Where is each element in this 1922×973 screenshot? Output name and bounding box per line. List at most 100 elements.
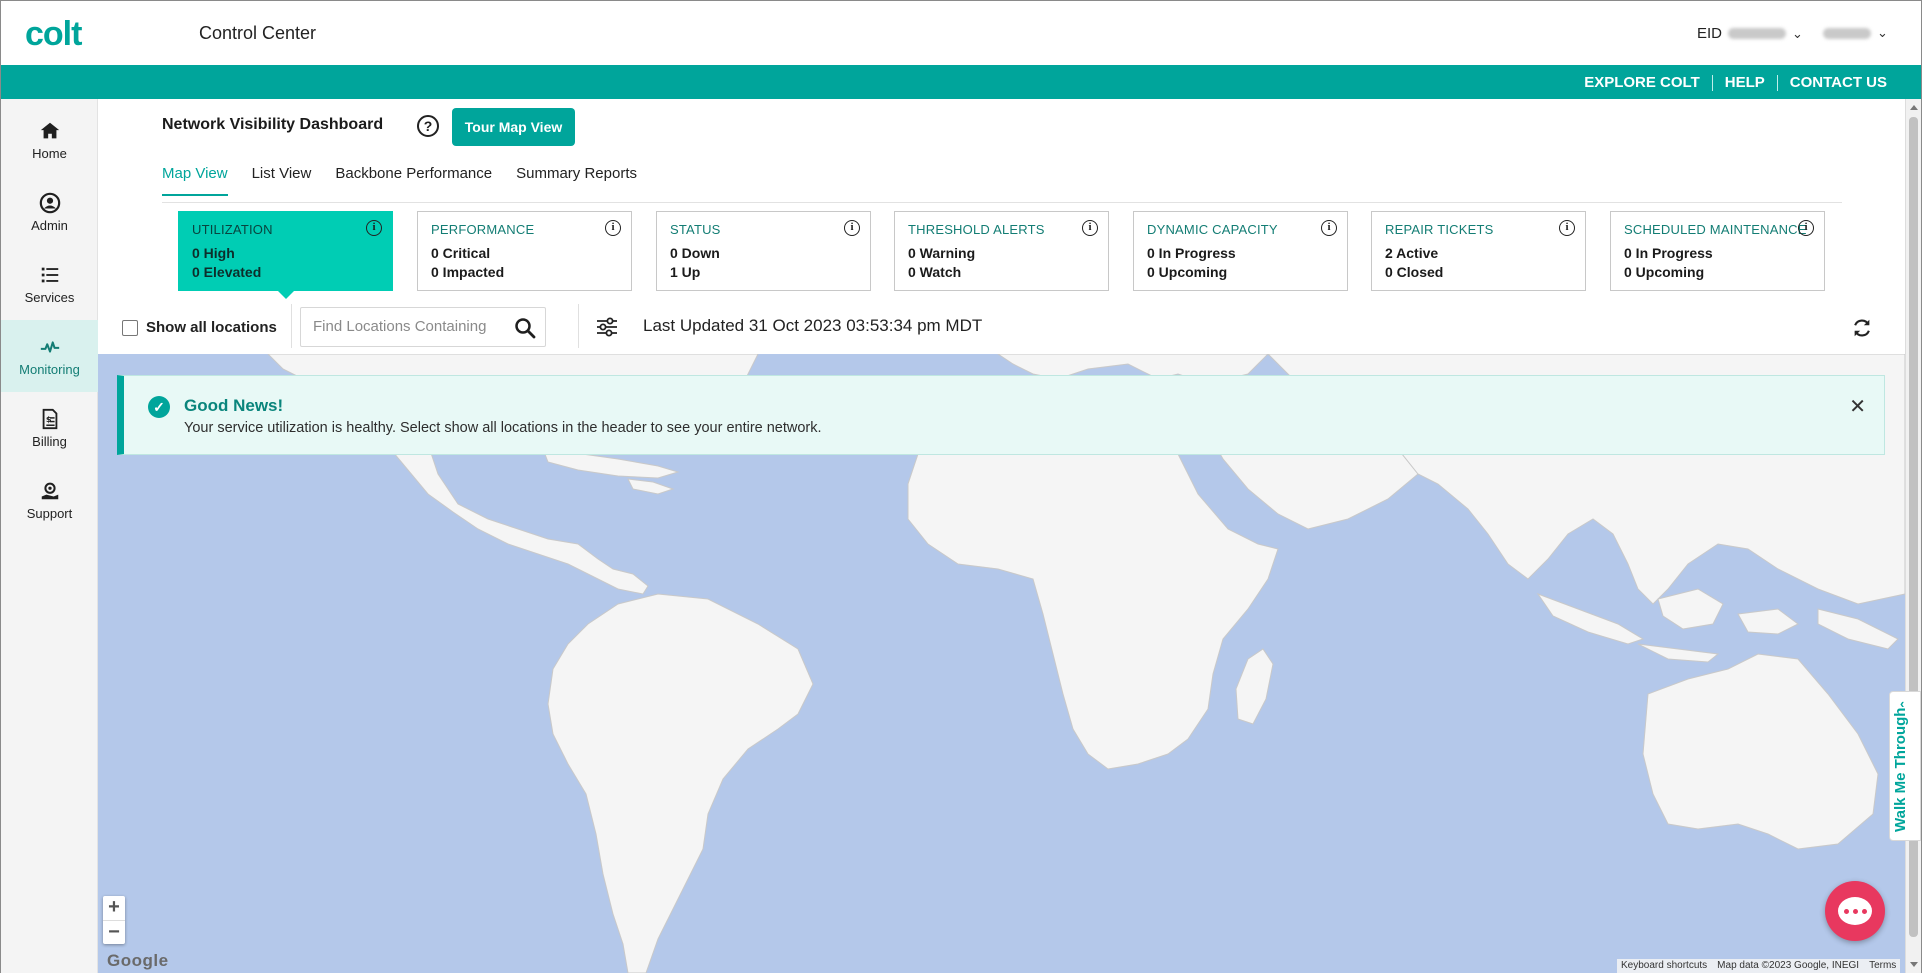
invoice-icon: $ — [42, 408, 57, 429]
card-line: 2 Active — [1385, 245, 1439, 261]
divider — [162, 202, 1842, 203]
card-title: REPAIR TICKETS — [1385, 222, 1494, 237]
secondary-nav-bar: EXPLORE COLT HELP CONTACT US — [1, 65, 1921, 99]
alert-title: Good News! — [184, 396, 284, 415]
info-icon[interactable]: i — [605, 220, 621, 236]
contact-us-link[interactable]: CONTACT US — [1778, 74, 1899, 91]
card-title: PERFORMANCE — [431, 222, 535, 237]
sidebar-item-label: Home — [32, 145, 67, 161]
terms-link[interactable]: Terms — [1869, 960, 1896, 972]
alert-message: Your service utilization is healthy. Sel… — [184, 420, 822, 436]
page-scrollbar[interactable] — [1905, 99, 1921, 973]
eid-selector[interactable]: EID ⌄ — [1697, 25, 1803, 42]
info-icon[interactable]: i — [1082, 220, 1098, 236]
top-header: colt Control Center EID ⌄ ⌄ — [1, 1, 1921, 65]
username-redacted — [1823, 27, 1871, 39]
filter-settings-icon[interactable] — [594, 314, 620, 340]
view-tabs: Map View List View Backbone Performance … — [162, 165, 661, 196]
search-icon[interactable] — [513, 316, 537, 340]
sidebar-item-label: Support — [26, 505, 73, 521]
chat-button[interactable] — [1825, 881, 1885, 941]
card-title: STATUS — [670, 222, 721, 237]
check-circle-icon: ✓ — [148, 396, 170, 418]
zoom-in-button[interactable]: + — [103, 896, 125, 920]
sidebar-item-monitoring[interactable]: Monitoring — [1, 320, 98, 392]
card-line: 0 Impacted — [431, 264, 505, 280]
card-threshold-alerts[interactable]: THRESHOLD ALERTS 0 Warning 0 Watch i — [894, 211, 1109, 291]
pulse-icon — [40, 340, 59, 353]
card-line: 0 In Progress — [1624, 245, 1713, 261]
card-line: 0 Closed — [1385, 264, 1444, 280]
zoom-out-button[interactable]: − — [103, 921, 125, 945]
card-line: 0 Critical — [431, 245, 491, 261]
refresh-icon[interactable] — [1851, 317, 1873, 339]
colt-logo[interactable]: colt — [25, 15, 82, 54]
sidebar-item-label: Services — [24, 289, 75, 305]
close-icon[interactable]: ✕ — [1849, 394, 1866, 419]
keyboard-shortcuts-link[interactable]: Keyboard shortcuts — [1621, 960, 1707, 972]
sidebar-item-admin[interactable]: Admin — [1, 176, 98, 248]
home-icon — [40, 122, 59, 138]
card-scheduled-maintenance[interactable]: SCHEDULED MAINTENANCE 0 In Progress 0 Up… — [1610, 211, 1825, 291]
help-icon[interactable]: ? — [417, 115, 439, 137]
card-performance[interactable]: PERFORMANCE 0 Critical 0 Impacted i — [417, 211, 632, 291]
map-zoom-control: + − — [103, 896, 125, 944]
card-dynamic-capacity[interactable]: DYNAMIC CAPACITY 0 In Progress 0 Upcomin… — [1133, 211, 1348, 291]
tab-list-view[interactable]: List View — [252, 165, 312, 196]
tab-backbone-performance[interactable]: Backbone Performance — [335, 165, 492, 196]
info-icon[interactable]: i — [844, 220, 860, 236]
walk-me-through-label: Walk Me Through — [1892, 707, 1909, 832]
show-all-locations-checkbox[interactable] — [122, 319, 138, 336]
card-line: 0 In Progress — [1147, 245, 1236, 261]
card-status[interactable]: STATUS 0 Down 1 Up i — [656, 211, 871, 291]
sidebar-item-label: Billing — [32, 433, 67, 449]
card-line: 0 Warning — [908, 245, 976, 261]
info-icon[interactable]: i — [366, 220, 382, 236]
user-icon — [39, 192, 60, 213]
chevron-down-icon: ⌄ — [1792, 25, 1803, 41]
eid-label: EID — [1697, 25, 1723, 42]
good-news-alert: ✓ Good News! Your service utilization is… — [117, 375, 1885, 455]
explore-colt-link[interactable]: EXPLORE COLT — [1572, 74, 1712, 91]
app-title: Control Center — [199, 23, 317, 43]
walk-me-through-tab[interactable]: ‹ Walk Me Through — [1889, 691, 1921, 841]
scroll-up-arrow[interactable] — [1910, 105, 1918, 110]
tab-map-view[interactable]: Map View — [162, 165, 228, 196]
map-attribution: Keyboard shortcuts Map data ©2023 Google… — [1617, 959, 1901, 973]
sidebar-item-billing[interactable]: $ Billing — [1, 392, 98, 464]
tab-summary-reports[interactable]: Summary Reports — [516, 165, 637, 196]
last-updated-text: Last Updated 31 Oct 2023 03:53:34 pm MDT — [643, 316, 983, 335]
map-data-credit: Map data ©2023 Google, INEGI — [1717, 960, 1860, 971]
google-logo: Google — [107, 951, 169, 970]
divider — [578, 304, 579, 348]
card-line: 0 Elevated — [192, 264, 262, 280]
location-search[interactable] — [300, 307, 546, 347]
user-menu[interactable]: ⌄ — [1823, 25, 1888, 41]
info-icon[interactable]: i — [1559, 220, 1575, 236]
sidebar-item-support[interactable]: Support — [1, 464, 98, 536]
sidebar-item-home[interactable]: Home — [1, 104, 98, 176]
card-line: 0 Watch — [908, 264, 962, 280]
list-icon — [41, 267, 58, 282]
search-input[interactable] — [313, 318, 503, 335]
help-link[interactable]: HELP — [1713, 74, 1777, 91]
sidebar: Home Admin Services Monitoring $ Billing… — [1, 99, 98, 973]
card-title: THRESHOLD ALERTS — [908, 222, 1045, 237]
card-title: SCHEDULED MAINTENANCE — [1624, 222, 1807, 237]
page-title: Network Visibility Dashboard — [162, 116, 384, 133]
card-line: 0 High — [192, 245, 235, 261]
card-utilization[interactable]: UTILIZATION 0 High 0 Elevated i — [178, 211, 393, 299]
sidebar-item-services[interactable]: Services — [1, 248, 98, 320]
chat-bubble-icon — [1838, 897, 1872, 925]
card-repair-tickets[interactable]: REPAIR TICKETS 2 Active 0 Closed i — [1371, 211, 1586, 291]
card-line: 0 Upcoming — [1624, 264, 1705, 280]
info-icon[interactable]: i — [1321, 220, 1337, 236]
card-line: 0 Upcoming — [1147, 264, 1228, 280]
info-icon[interactable]: i — [1798, 220, 1814, 236]
show-all-locations-toggle[interactable]: Show all locations — [122, 319, 277, 336]
card-line: 1 Up — [670, 264, 701, 280]
tour-map-view-button[interactable]: Tour Map View — [452, 108, 575, 146]
card-title: UTILIZATION — [192, 222, 273, 237]
divider — [291, 304, 292, 348]
scroll-down-arrow[interactable] — [1910, 962, 1918, 967]
